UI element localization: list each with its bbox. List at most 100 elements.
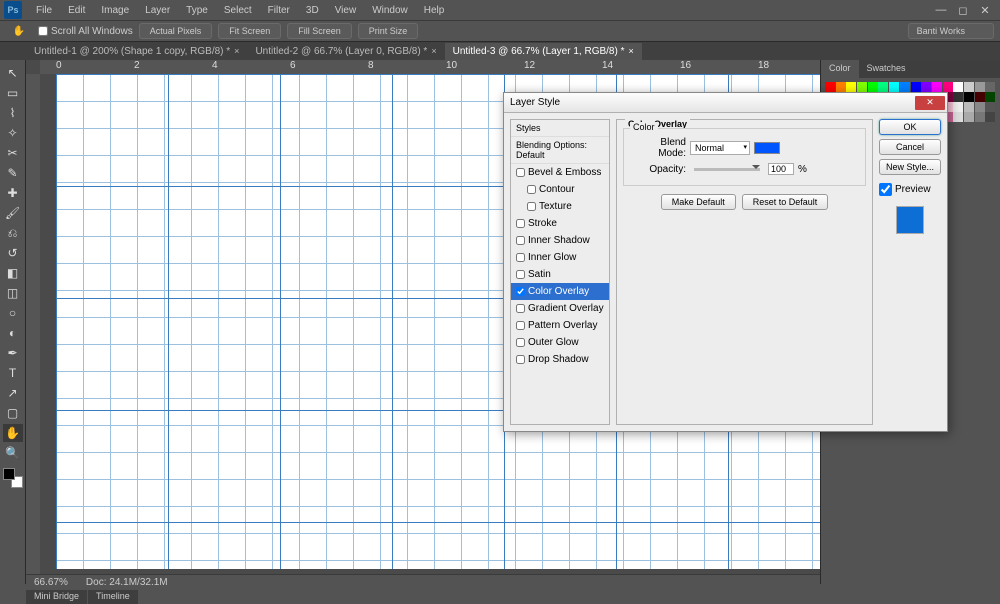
effect-row[interactable]: Gradient Overlay bbox=[511, 300, 609, 317]
menu-file[interactable]: File bbox=[28, 2, 60, 19]
eyedropper-tool[interactable]: ✎ bbox=[3, 164, 23, 182]
swatch[interactable] bbox=[836, 82, 846, 92]
menu-filter[interactable]: Filter bbox=[260, 2, 298, 19]
swatch[interactable] bbox=[900, 82, 910, 92]
menu-window[interactable]: Window bbox=[364, 2, 416, 19]
close-icon[interactable]: × bbox=[431, 46, 436, 56]
magic-wand-tool[interactable]: ✧ bbox=[3, 124, 23, 142]
swatch[interactable] bbox=[985, 112, 995, 122]
styles-header[interactable]: Styles bbox=[511, 120, 609, 137]
reset-default-button[interactable]: Reset to Default bbox=[742, 194, 829, 210]
option-button[interactable]: Actual Pixels bbox=[139, 23, 213, 39]
close-button[interactable]: ✕ bbox=[974, 3, 996, 17]
swatches-panel-tab[interactable]: Swatches bbox=[859, 60, 914, 78]
effect-row[interactable]: Drop Shadow bbox=[511, 351, 609, 368]
effect-row[interactable]: Texture bbox=[511, 198, 609, 215]
blend-mode-dropdown[interactable]: Normal bbox=[690, 141, 750, 155]
effect-row[interactable]: Inner Shadow bbox=[511, 232, 609, 249]
swatch[interactable] bbox=[911, 82, 921, 92]
effect-checkbox[interactable] bbox=[516, 236, 525, 245]
swatch[interactable] bbox=[943, 82, 953, 92]
lasso-tool[interactable]: ⌇ bbox=[3, 104, 23, 122]
swatch[interactable] bbox=[975, 82, 985, 92]
effect-checkbox[interactable] bbox=[516, 168, 525, 177]
menu-select[interactable]: Select bbox=[216, 2, 260, 19]
swatch[interactable] bbox=[932, 82, 942, 92]
dialog-close-button[interactable]: ✕ bbox=[915, 96, 945, 110]
color-panel-tab[interactable]: Color bbox=[821, 60, 859, 78]
type-tool[interactable]: T bbox=[3, 364, 23, 382]
menu-view[interactable]: View bbox=[327, 2, 365, 19]
document-tab[interactable]: Untitled-3 @ 66.7% (Layer 1, RGB/8) *× bbox=[445, 43, 642, 60]
effect-row[interactable]: Contour bbox=[511, 181, 609, 198]
effect-checkbox[interactable] bbox=[516, 270, 525, 279]
healing-tool[interactable]: ✚ bbox=[3, 184, 23, 202]
effect-checkbox[interactable] bbox=[527, 202, 536, 211]
menu-type[interactable]: Type bbox=[178, 2, 216, 19]
swatch[interactable] bbox=[825, 82, 835, 92]
eraser-tool[interactable]: ◧ bbox=[3, 264, 23, 282]
effect-checkbox[interactable] bbox=[516, 304, 525, 313]
menu-layer[interactable]: Layer bbox=[137, 2, 178, 19]
color-swatches[interactable] bbox=[3, 468, 23, 488]
effect-checkbox[interactable] bbox=[516, 338, 525, 347]
swatch[interactable] bbox=[975, 92, 985, 102]
workspace-dropdown[interactable]: Banti Works bbox=[908, 23, 994, 39]
swatch[interactable] bbox=[964, 102, 974, 112]
effect-row[interactable]: Satin bbox=[511, 266, 609, 283]
opacity-slider[interactable] bbox=[694, 168, 760, 171]
maximize-button[interactable]: ◻ bbox=[952, 3, 974, 17]
swatch[interactable] bbox=[953, 102, 963, 112]
swatch[interactable] bbox=[975, 102, 985, 112]
make-default-button[interactable]: Make Default bbox=[661, 194, 736, 210]
dialog-titlebar[interactable]: Layer Style ✕ bbox=[504, 93, 947, 113]
swatch[interactable] bbox=[985, 102, 995, 112]
document-tab[interactable]: Untitled-2 @ 66.7% (Layer 0, RGB/8) *× bbox=[247, 43, 444, 60]
option-button[interactable]: Fill Screen bbox=[287, 23, 352, 39]
swatch[interactable] bbox=[975, 112, 985, 122]
swatch[interactable] bbox=[964, 82, 974, 92]
swatch[interactable] bbox=[921, 82, 931, 92]
new-style-button[interactable]: New Style... bbox=[879, 159, 941, 175]
effect-checkbox[interactable] bbox=[516, 253, 525, 262]
swatch[interactable] bbox=[846, 82, 856, 92]
close-icon[interactable]: × bbox=[234, 46, 239, 56]
swatch[interactable] bbox=[964, 92, 974, 102]
option-button[interactable]: Fit Screen bbox=[218, 23, 281, 39]
menu-image[interactable]: Image bbox=[93, 2, 137, 19]
pen-tool[interactable]: ✒ bbox=[3, 344, 23, 362]
dodge-tool[interactable]: ◐ bbox=[3, 324, 23, 342]
swatch[interactable] bbox=[857, 82, 867, 92]
overlay-color-chip[interactable] bbox=[754, 142, 780, 154]
effect-checkbox[interactable] bbox=[516, 355, 525, 364]
swatch[interactable] bbox=[964, 112, 974, 122]
zoom-level[interactable]: 66.67% bbox=[34, 577, 68, 588]
bottom-tab[interactable]: Mini Bridge bbox=[26, 590, 87, 604]
marquee-tool[interactable]: ▭ bbox=[3, 84, 23, 102]
blending-options-row[interactable]: Blending Options: Default bbox=[511, 137, 609, 164]
effect-row[interactable]: Stroke bbox=[511, 215, 609, 232]
move-tool[interactable]: ↖ bbox=[3, 64, 23, 82]
hand-tool[interactable]: ✋ bbox=[3, 424, 23, 442]
swatch[interactable] bbox=[868, 82, 878, 92]
effect-row[interactable]: Pattern Overlay bbox=[511, 317, 609, 334]
cancel-button[interactable]: Cancel bbox=[879, 139, 941, 155]
menu-3d[interactable]: 3D bbox=[298, 2, 327, 19]
zoom-tool[interactable]: 🔍 bbox=[3, 444, 23, 462]
stamp-tool[interactable]: ⎌ bbox=[3, 224, 23, 242]
swatch[interactable] bbox=[953, 112, 963, 122]
opacity-input[interactable] bbox=[768, 163, 794, 175]
crop-tool[interactable]: ✂ bbox=[3, 144, 23, 162]
document-tab[interactable]: Untitled-1 @ 200% (Shape 1 copy, RGB/8) … bbox=[26, 43, 247, 60]
effect-checkbox[interactable] bbox=[516, 321, 525, 330]
scroll-all-windows-checkbox[interactable]: Scroll All Windows bbox=[38, 26, 133, 37]
menu-help[interactable]: Help bbox=[416, 2, 453, 19]
effect-checkbox[interactable] bbox=[527, 185, 536, 194]
ok-button[interactable]: OK bbox=[879, 119, 941, 135]
gradient-tool[interactable]: ◫ bbox=[3, 284, 23, 302]
history-brush-tool[interactable]: ↺ bbox=[3, 244, 23, 262]
path-tool[interactable]: ↗ bbox=[3, 384, 23, 402]
effect-row[interactable]: Color Overlay bbox=[511, 283, 609, 300]
minimize-button[interactable]: — bbox=[930, 3, 952, 17]
blur-tool[interactable]: ○ bbox=[3, 304, 23, 322]
